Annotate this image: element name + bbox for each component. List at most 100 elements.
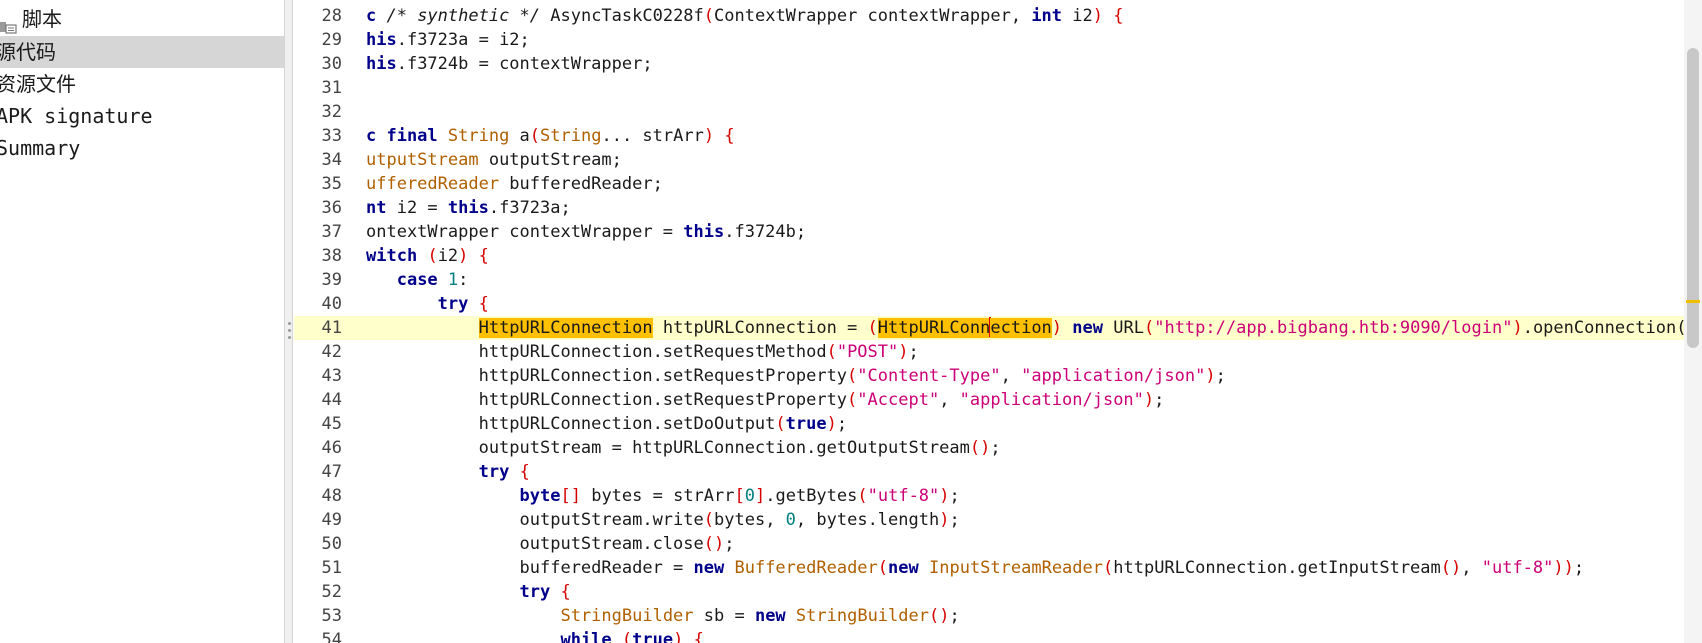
code-token: byte bbox=[519, 486, 561, 506]
code-line[interactable]: 45 httpURLConnection.setDoOutput(true); bbox=[294, 412, 1702, 436]
code-line[interactable]: 39 case 1: bbox=[294, 268, 1702, 292]
code-line[interactable]: 38 witch (i2) { bbox=[294, 244, 1702, 268]
code-token: ; bbox=[1215, 366, 1226, 386]
code-line[interactable]: 54 while (true) { bbox=[294, 628, 1702, 643]
code-token: { bbox=[1113, 6, 1124, 26]
line-number: 44 bbox=[321, 390, 342, 410]
code-token: { bbox=[560, 582, 571, 602]
code-token: httpURLConnection.getInputStream bbox=[1113, 558, 1441, 578]
tree-item-label: 资源文件 bbox=[0, 72, 76, 96]
code-line[interactable]: 29 his.f3723a = i2; bbox=[294, 28, 1702, 52]
code-text: httpURLConnection.setRequestMethod("POST… bbox=[366, 340, 919, 364]
code-line[interactable]: 30 his.f3724b = contextWrapper; bbox=[294, 52, 1702, 76]
code-line[interactable]: 37 ontextWrapper contextWrapper = this.f3… bbox=[294, 220, 1702, 244]
code-line[interactable]: 40 try { bbox=[294, 292, 1702, 316]
code-line[interactable]: 34 utputStream outputStream; bbox=[294, 148, 1702, 172]
code-line[interactable]: 53 StringBuilder sb = new StringBuilder(… bbox=[294, 604, 1702, 628]
tree-item-resources[interactable]: 资源文件 bbox=[0, 68, 284, 100]
panel-splitter[interactable] bbox=[285, 0, 293, 643]
code-token: "Content-Type" bbox=[857, 366, 1001, 386]
code-token: new bbox=[1072, 318, 1104, 338]
code-token: bufferedReader = bbox=[366, 558, 694, 578]
tree-item-apk-signature[interactable]: APK signature bbox=[0, 100, 284, 132]
code-token: c bbox=[366, 6, 387, 26]
code-text: while (true) { bbox=[366, 628, 703, 643]
code-line[interactable]: 31 bbox=[294, 76, 1702, 100]
code-token: ; bbox=[1573, 558, 1585, 578]
grip-dot bbox=[287, 329, 291, 332]
code-token: )) bbox=[1553, 558, 1574, 578]
code-token: httpURLConnection.setRequestProperty bbox=[366, 390, 848, 410]
code-token: AsyncTaskC0228f bbox=[550, 6, 704, 26]
code-token: StringBuilder bbox=[560, 606, 694, 626]
code-line[interactable]: 48 byte[] bytes = strArr[0].getBytes("ut… bbox=[294, 484, 1702, 508]
tree-item-scripts[interactable]: 脚本 bbox=[0, 3, 284, 35]
code-line[interactable]: 33 c final String a(String... strArr) { bbox=[294, 124, 1702, 148]
code-line[interactable]: 35 ufferedReader bufferedReader; bbox=[294, 172, 1702, 196]
code-token: ] bbox=[755, 486, 766, 506]
code-token: ; bbox=[724, 534, 735, 554]
tree-item-clipped[interactable] bbox=[0, 0, 284, 2]
tree-item-summary[interactable]: Summary bbox=[0, 132, 284, 164]
code-token: ( bbox=[775, 414, 786, 434]
code-line[interactable]: 43 httpURLConnection.setRequestProperty(… bbox=[294, 364, 1702, 388]
code-line[interactable]: 47 try { bbox=[294, 460, 1702, 484]
code-token: this bbox=[683, 222, 725, 242]
code-text: c final String a(String... strArr) { bbox=[366, 124, 735, 148]
tree-item-source-code[interactable]: 源代码 bbox=[0, 36, 284, 68]
code-token: InputStreamReader bbox=[929, 558, 1103, 578]
code-line[interactable]: 32 bbox=[294, 100, 1702, 124]
tree-item-label: APK signature bbox=[0, 104, 153, 128]
code-line[interactable]: 49 outputStream.write(bytes, 0, bytes.le… bbox=[294, 508, 1702, 532]
code-token: ( bbox=[857, 486, 868, 506]
line-number: 36 bbox=[321, 198, 342, 218]
vertical-scrollbar[interactable] bbox=[1684, 0, 1702, 643]
code-line[interactable]: 52 try { bbox=[294, 580, 1702, 604]
tree-item-label: Summary bbox=[0, 136, 81, 160]
code-line[interactable]: 42 httpURLConnection.setRequestMethod("P… bbox=[294, 340, 1702, 364]
code-line[interactable]: 36 nt i2 = this.f3723a; bbox=[294, 196, 1702, 220]
code-token: { bbox=[519, 462, 530, 482]
search-highlight: HttpURLConn bbox=[877, 318, 991, 338]
line-number: 33 bbox=[321, 126, 342, 146]
code-line[interactable]: 28 c /* synthetic */ AsyncTaskC0228f(Cont… bbox=[294, 4, 1702, 28]
project-tree: 脚本 源代码 资源文件 APK signature Summary bbox=[0, 0, 285, 643]
code-token: ) bbox=[703, 126, 715, 146]
code-token: () bbox=[1440, 558, 1462, 578]
line-number: 41 bbox=[321, 318, 342, 338]
code-line[interactable]: 44 httpURLConnection.setRequestProperty(… bbox=[294, 388, 1702, 412]
code-line[interactable]: 50 outputStream.close(); bbox=[294, 532, 1702, 556]
code-editor[interactable]: 28 c /* synthetic */ AsyncTaskC0228f(Cont… bbox=[294, 0, 1702, 643]
code-line[interactable]: 46 outputStream = httpURLConnection.getO… bbox=[294, 436, 1702, 460]
code-token: .getBytes bbox=[765, 486, 858, 506]
code-token: [] bbox=[560, 486, 581, 506]
code-token: httpURLConnection.setRequestProperty bbox=[366, 366, 848, 386]
code-token: ( bbox=[1103, 558, 1114, 578]
code-text: bufferedReader = new BufferedReader(new … bbox=[366, 556, 1585, 580]
code-token: ) bbox=[939, 486, 950, 506]
line-number: 28 bbox=[321, 6, 342, 26]
scrollbar-thumb[interactable] bbox=[1687, 48, 1699, 348]
code-line[interactable]: 41 HttpURLConnection httpURLConnection =… bbox=[294, 316, 1702, 340]
package-icon bbox=[0, 11, 20, 34]
code-text: utputStream outputStream; bbox=[366, 148, 622, 172]
code-token: () bbox=[969, 438, 991, 458]
code-line[interactable]: 51 bufferedReader = new BufferedReader(n… bbox=[294, 556, 1702, 580]
code-token: { bbox=[724, 126, 735, 146]
code-token: .openConnection(); bbox=[1522, 318, 1702, 338]
code-token: ( bbox=[621, 630, 633, 643]
code-token: ( bbox=[703, 6, 715, 26]
code-token: ( bbox=[427, 246, 438, 266]
code-token: c final bbox=[366, 126, 448, 146]
code-token: 1 bbox=[447, 270, 459, 290]
code-token: 0 bbox=[744, 486, 755, 506]
